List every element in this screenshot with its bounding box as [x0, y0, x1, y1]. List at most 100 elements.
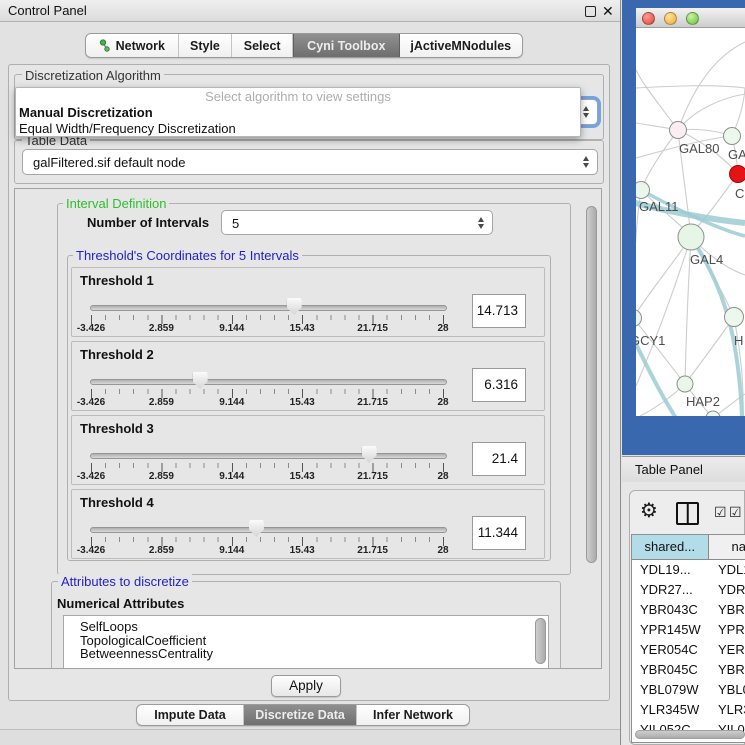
- tab-label: Network: [116, 39, 165, 53]
- dropdown-option-manual[interactable]: Manual Discretization: [16, 105, 580, 121]
- tab-network[interactable]: Network: [86, 34, 179, 57]
- apply-button[interactable]: Apply: [271, 675, 341, 697]
- table-row[interactable]: YDL19...YDL1: [632, 560, 745, 580]
- cell-name: YBR0: [711, 600, 745, 620]
- horizontal-scrollbar[interactable]: [635, 730, 745, 739]
- tick-label: -3.426: [77, 545, 105, 556]
- table-panel-body: ⚙ ☑ ☑ shared... na YDL19...YDL1YDR27...Y…: [622, 482, 745, 745]
- node-gal11[interactable]: [636, 182, 650, 199]
- cell-shared-name: YBR045C: [632, 660, 711, 680]
- tick-label: 2.859: [149, 323, 174, 334]
- attribute-item[interactable]: BetweennessCentrality: [64, 647, 548, 661]
- gear-icon[interactable]: ⚙: [640, 499, 658, 523]
- node-red-selected[interactable]: [730, 166, 745, 183]
- screenshot-root: Control Panel ✕ Network Style Select Cyn…: [0, 0, 745, 745]
- dropdown-placeholder-item[interactable]: Select algorithm to view settings: [16, 88, 580, 105]
- node-gal4[interactable]: [678, 224, 704, 250]
- threshold-value-field[interactable]: 21.4: [472, 442, 526, 476]
- slider-track[interactable]: [90, 305, 447, 311]
- tab-cyni-toolbox[interactable]: Cyni Toolbox: [293, 34, 400, 57]
- tick-label: 2.859: [149, 397, 174, 408]
- split-columns-icon[interactable]: [676, 502, 699, 525]
- cell-name: YER0: [711, 640, 745, 660]
- zoom-traffic-light-icon[interactable]: [686, 12, 699, 25]
- attribute-item[interactable]: SelfLoops: [64, 620, 548, 634]
- numerical-attributes-list[interactable]: SelfLoopsTopologicalCoefficientBetweenne…: [63, 615, 549, 669]
- pane-scrollbar[interactable]: [586, 206, 597, 563]
- node-label: H: [734, 333, 743, 348]
- tab-label: Cyni Toolbox: [307, 39, 385, 53]
- threshold-panel-4: Threshold 4 -3.4262.8599.14415.4321.7152…: [71, 489, 545, 559]
- tab-discretize-data[interactable]: Discretize Data: [244, 705, 357, 725]
- list-scrollbar[interactable]: [535, 618, 546, 664]
- slider-thumb[interactable]: [249, 520, 264, 537]
- attribute-item[interactable]: TopologicalCoefficient: [64, 634, 548, 648]
- tick-label: -3.426: [77, 397, 105, 408]
- combo-stepper-icon[interactable]: [583, 106, 589, 118]
- tab-infer-network[interactable]: Infer Network: [357, 705, 469, 725]
- tab-label: Select: [244, 39, 281, 53]
- settings-scroll-pane: Interval Definition Number of Intervals …: [14, 188, 602, 669]
- slider-thumb[interactable]: [287, 298, 302, 315]
- column-header-shared-name[interactable]: shared...: [632, 535, 709, 559]
- network-canvas[interactable]: GAL80 GA C GAL11 GAL4 GCY1 H HAP2: [636, 28, 745, 416]
- slider-track[interactable]: [90, 527, 447, 533]
- dropdown-option-equal-width[interactable]: Equal Width/Frequency Discretization: [16, 121, 580, 137]
- interval-definition-label: Interval Definition: [63, 196, 169, 211]
- tab-select[interactable]: Select: [232, 34, 293, 57]
- network-window-titlebar[interactable]: [636, 8, 745, 28]
- combo-stepper-icon[interactable]: [583, 156, 589, 168]
- threshold-label: Threshold 4: [80, 495, 154, 510]
- close-icon[interactable]: ✕: [602, 2, 614, 20]
- threshold-value-field[interactable]: 6.316: [472, 368, 526, 402]
- column-header-name[interactable]: na: [709, 535, 745, 559]
- table-row[interactable]: YBR045CYBR0: [632, 660, 745, 680]
- tab-style[interactable]: Style: [179, 34, 233, 57]
- table-row[interactable]: YLR345WYLR3: [632, 700, 745, 720]
- network-nodes[interactable]: [636, 122, 745, 417]
- close-traffic-light-icon[interactable]: [642, 12, 655, 25]
- slider-track[interactable]: [90, 453, 447, 459]
- table-panel-inner: ⚙ ☑ ☑ shared... na YDL19...YDL1YDR27...Y…: [629, 490, 745, 745]
- float-icon[interactable]: [585, 6, 596, 17]
- table-row[interactable]: YER054CYER0: [632, 640, 745, 660]
- tick-label: 21.715: [357, 323, 388, 334]
- slider-thumb[interactable]: [362, 446, 377, 463]
- node-gal80[interactable]: [670, 122, 687, 139]
- tick-label: 15.43: [290, 471, 315, 482]
- bottom-strip: [0, 729, 620, 745]
- algorithm-group-label: Discretization Algorithm: [22, 68, 164, 83]
- table-panel-title: Table Panel: [635, 457, 703, 483]
- node-hap2[interactable]: [677, 376, 693, 392]
- threshold-value-field[interactable]: 14.713: [472, 294, 526, 328]
- combo-stepper-icon[interactable]: [478, 217, 484, 229]
- table-header: shared... na: [632, 535, 745, 560]
- threshold-panel-2: Threshold 2 -3.4262.8599.14415.4321.7152…: [71, 341, 545, 411]
- cell-name: YPR1: [711, 620, 745, 640]
- node-h[interactable]: [725, 308, 744, 327]
- slider-track[interactable]: [90, 379, 447, 385]
- tick-label: 15.43: [290, 545, 315, 556]
- table-row[interactable]: YDR27...YDR2: [632, 580, 745, 600]
- table-row[interactable]: YBR043CYBR0: [632, 600, 745, 620]
- slider-thumb[interactable]: [193, 372, 208, 389]
- tab-impute-data[interactable]: Impute Data: [137, 705, 244, 725]
- node-gcy1[interactable]: [636, 310, 642, 327]
- tick-label: 21.715: [357, 471, 388, 482]
- number-of-intervals-combobox[interactable]: 5: [221, 210, 493, 235]
- checkbox-icon[interactable]: ☑: [714, 504, 727, 520]
- checkbox-icon[interactable]: ☑: [729, 504, 742, 520]
- cell-name: YLR3: [711, 700, 745, 720]
- threshold-label: Threshold 3: [80, 421, 154, 436]
- threshold-value-field[interactable]: 11.344: [472, 516, 526, 550]
- table-body: YDL19...YDL1YDR27...YDR2YBR043CYBR0YPR14…: [632, 560, 745, 742]
- table-row[interactable]: YPR145WYPR1: [632, 620, 745, 640]
- cell-name: YDL1: [711, 560, 745, 580]
- tick-label: 15.43: [290, 397, 315, 408]
- table-row[interactable]: YBL079WYBL0: [632, 680, 745, 700]
- minimize-traffic-light-icon[interactable]: [664, 12, 677, 25]
- tab-jactivemnodules[interactable]: jActiveMNodules: [400, 34, 522, 57]
- tick-label: 9.144: [219, 471, 244, 482]
- node-top-right[interactable]: [724, 128, 741, 145]
- table-data-combobox[interactable]: galFiltered.sif default node: [22, 149, 598, 175]
